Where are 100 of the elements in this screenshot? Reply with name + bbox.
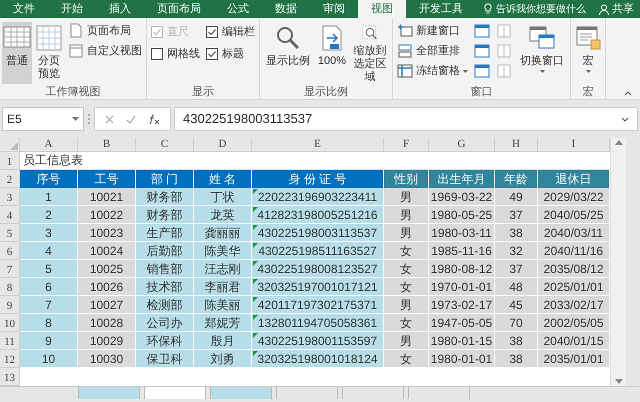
sheet-tab[interactable] (144, 387, 206, 399)
column-heading: 身 份 证 号 (252, 170, 384, 188)
caret-icon (540, 70, 544, 73)
sheet-tab[interactable] (276, 387, 338, 399)
ribbon-button[interactable]: 新建窗口 (395, 22, 470, 40)
ribbon-button[interactable]: 100% (316, 22, 348, 84)
sheet-tab[interactable] (78, 387, 140, 399)
ribbon-button[interactable]: 分页预览 (34, 22, 64, 84)
table-cell: 男 (400, 226, 412, 240)
ribbon-button[interactable]: 显示比例 (262, 22, 314, 84)
table-cell: 技术部 (146, 280, 182, 294)
column-header[interactable]: E (252, 138, 384, 152)
table-cell: 龙英 (210, 208, 234, 222)
table-cell: 10023 (90, 226, 124, 240)
ribbon-button[interactable]: 缩放到选定区域 (350, 22, 390, 84)
table-cell: 1980-03-11 (431, 226, 492, 240)
table-cell: 32 (509, 244, 523, 258)
row-header[interactable]: 1 (0, 152, 20, 170)
table-cell: 320325198001018124 (257, 352, 378, 366)
column-header[interactable]: C (136, 138, 194, 152)
tell-me-search[interactable]: 告诉我你想要做什么 (484, 0, 586, 18)
table-cell: 10030 (90, 352, 124, 366)
table-cell: 38 (509, 352, 523, 366)
row-header[interactable]: 2 (0, 170, 20, 188)
column-header[interactable]: I (538, 138, 610, 152)
column-header[interactable]: G (429, 138, 495, 152)
row-header[interactable]: 9 (0, 296, 20, 314)
caret-icon (72, 117, 79, 121)
sheet-tab[interactable] (408, 387, 470, 399)
row-header[interactable]: 7 (0, 260, 20, 278)
ribbon-button[interactable]: 宏 (573, 22, 603, 84)
column-header[interactable]: F (384, 138, 429, 152)
row-header[interactable]: 13 (0, 368, 20, 386)
table-cell: 殷月 (210, 334, 234, 348)
window-icon[interactable] (474, 43, 490, 59)
sheet-tab[interactable] (342, 387, 404, 399)
checkbox[interactable]: 编辑栏 (204, 22, 257, 42)
vertical-scrollbar[interactable] (610, 138, 626, 386)
name-box[interactable]: E5 (2, 107, 84, 131)
row-header[interactable]: 11 (0, 332, 20, 350)
window-icon[interactable] (496, 43, 512, 59)
row-header[interactable]: 5 (0, 224, 20, 242)
row-header[interactable]: 3 (0, 188, 20, 206)
select-all-icon[interactable] (10, 142, 18, 150)
window-icon[interactable] (474, 23, 490, 39)
table-cell: 70 (509, 316, 523, 330)
function-icon[interactable] (148, 114, 160, 124)
page-icon (68, 23, 84, 39)
ribbon-button[interactable]: 全部重排 (395, 42, 470, 60)
collapse-ribbon-icon[interactable] (624, 91, 632, 96)
ribbon-button[interactable]: 切换窗口 (516, 22, 568, 84)
sheet-tab[interactable] (210, 387, 272, 399)
table-cell: 3 (45, 226, 52, 240)
formula-field[interactable]: 430225198003113537 (174, 107, 638, 131)
row-header[interactable]: 12 (0, 350, 20, 368)
table-cell: 后勤部 (146, 244, 182, 258)
table-cell: 财务部 (146, 208, 182, 222)
ribbon-button[interactable]: 页面布局 (66, 22, 144, 40)
arrange-icon (397, 43, 413, 59)
column-header[interactable]: D (194, 138, 252, 152)
ribbon-button[interactable]: 普通 (2, 22, 32, 84)
window-icon[interactable] (496, 63, 512, 79)
column-heading: 性别 (384, 170, 429, 188)
ribbon-tab[interactable]: 视图 (358, 0, 406, 18)
row-header[interactable]: 6 (0, 242, 20, 260)
ribbon-tab[interactable]: 页面布局 (144, 0, 214, 18)
table-cell: 430225198001153597 (258, 334, 378, 348)
ribbon-tab[interactable]: 公式 (214, 0, 262, 18)
ribbon-tab[interactable]: 插入 (96, 0, 144, 18)
cancel-icon[interactable] (105, 114, 114, 124)
table-cell: 38 (509, 226, 523, 240)
ribbon-tab[interactable]: 文件 (0, 0, 48, 18)
checkbox[interactable]: 标题 (204, 44, 257, 64)
table-cell: 7 (45, 298, 52, 312)
ribbon-tab[interactable]: 开发工具 (406, 0, 476, 18)
group-label: 窗口 (470, 85, 494, 99)
ribbon-tab[interactable]: 开始 (48, 0, 96, 18)
ribbon-tab[interactable]: 审阅 (310, 0, 358, 18)
scroll-up-icon[interactable] (614, 140, 622, 145)
scroll-down-icon[interactable] (614, 379, 622, 384)
table-cell: 2033/02/17 (543, 298, 604, 312)
table-cell: 430225198003113537 (258, 226, 378, 240)
ribbon-tab[interactable]: 数据 (262, 0, 310, 18)
column-header[interactable]: A (20, 138, 78, 152)
window-icon[interactable] (496, 23, 512, 39)
share-button[interactable]: 共享 (599, 0, 634, 18)
row-header[interactable]: 4 (0, 206, 20, 224)
window-icon[interactable] (474, 63, 490, 79)
column-header[interactable]: H (495, 138, 538, 152)
table-cell: 10022 (90, 208, 124, 222)
table-cell: 郑妮芳 (204, 316, 240, 330)
row-header[interactable]: 8 (0, 278, 20, 296)
ribbon-button[interactable]: 自定义视图 (66, 42, 144, 60)
table-cell: 男 (400, 298, 412, 312)
column-header[interactable]: B (78, 138, 136, 152)
checkbox[interactable]: 网格线 (149, 44, 202, 64)
ribbon-button[interactable]: 冻结窗格 (395, 62, 470, 80)
table-cell: 检测部 (146, 298, 182, 312)
row-header[interactable]: 10 (0, 314, 20, 332)
check-icon[interactable] (126, 114, 136, 124)
